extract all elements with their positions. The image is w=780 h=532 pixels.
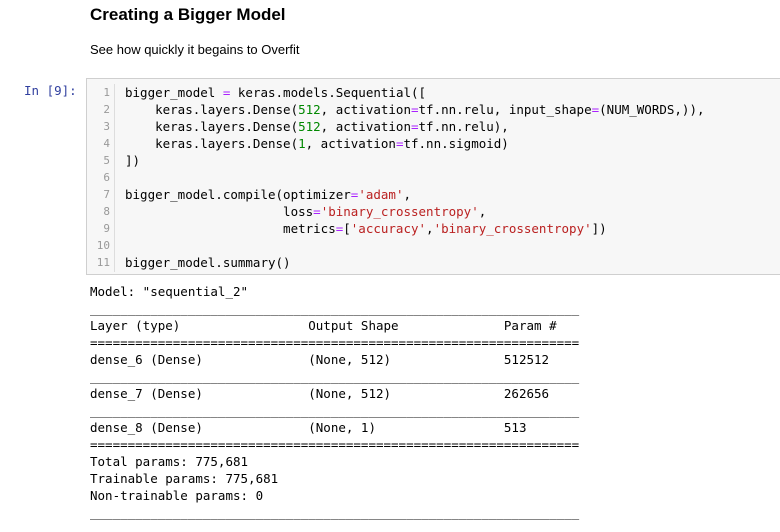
code-token: bigger_model.summary()	[125, 255, 291, 270]
code-line: bigger_model.compile(optimizer='adam',	[125, 186, 705, 203]
code-token: loss	[125, 204, 314, 219]
code-token: 'binary_crossentropy'	[320, 204, 479, 219]
code-token: bigger_model	[125, 85, 223, 100]
output-line: ________________________________________…	[90, 369, 580, 384]
output-line: dense_7 (Dense) (None, 512) 262656	[90, 386, 580, 401]
line-number: 5	[103, 154, 110, 167]
code-token: =	[410, 102, 419, 117]
code-token: (NUM_WORDS,)),	[599, 102, 705, 117]
output-line: ________________________________________…	[90, 505, 580, 520]
code-token: tf.nn.relu),	[418, 119, 509, 134]
line-number: 4	[103, 137, 110, 150]
output-line: Model: "sequential_2"	[90, 284, 249, 299]
code-line: keras.layers.Dense(512, activation=tf.nn…	[125, 101, 705, 118]
code-editor[interactable]: bigger_model = keras.models.Sequential([…	[125, 84, 705, 271]
code-token: ,	[426, 221, 434, 236]
output-line: Total params: 775,681	[90, 454, 249, 469]
code-token: 1	[298, 136, 306, 151]
code-token: , activation	[305, 136, 396, 151]
output-line: Trainable params: 775,681	[90, 471, 279, 486]
line-number-gutter: 1 2 3 4 5 6 7 8 9 10 11	[87, 84, 115, 272]
output-line: ________________________________________…	[90, 301, 580, 316]
line-number: 11	[96, 256, 110, 269]
code-line: bigger_model.summary()	[125, 254, 705, 271]
line-number: 8	[103, 205, 110, 218]
code-cell[interactable]: 1 2 3 4 5 6 7 8 9 10 11 bigger_model = keras.model…	[86, 78, 780, 275]
code-token: keras.models.Sequential([	[230, 85, 427, 100]
code-token: ,	[403, 187, 411, 202]
code-token: ])	[591, 221, 607, 236]
code-token: metrics	[125, 221, 336, 236]
line-number: 1	[103, 86, 110, 99]
line-number: 3	[103, 120, 110, 133]
code-token: keras.layers.Dense(	[125, 102, 299, 117]
markdown-cell[interactable]: Creating a Bigger Model See how quickly …	[90, 4, 770, 59]
code-line: bigger_model = keras.models.Sequential([	[125, 84, 705, 101]
output-line: dense_8 (Dense) (None, 1) 513	[90, 420, 580, 435]
code-token: 512	[298, 119, 321, 134]
output-line: ________________________________________…	[90, 403, 580, 418]
input-prompt: In [9]:	[24, 83, 77, 98]
line-number: 6	[103, 171, 110, 184]
code-token: 'binary_crossentropy'	[433, 221, 592, 236]
section-heading: Creating a Bigger Model	[90, 5, 286, 24]
line-number: 2	[103, 103, 110, 116]
code-line: ])	[125, 152, 705, 169]
line-number: 9	[103, 222, 110, 235]
code-token: tf.nn.relu, input_shape	[418, 102, 592, 117]
code-token: =	[410, 119, 419, 134]
section-description: See how quickly it begains to Overfit	[90, 42, 300, 57]
code-line: loss='binary_crossentropy',	[125, 203, 705, 220]
code-token: =	[591, 102, 600, 117]
line-number: 10	[96, 239, 110, 252]
code-token: 'adam'	[358, 187, 404, 202]
code-token: keras.layers.Dense(	[125, 119, 299, 134]
output-line: ========================================…	[90, 437, 580, 452]
code-token: ,	[478, 204, 487, 219]
code-token: 'accuracy'	[350, 221, 427, 236]
output-line: Non-trainable params: 0	[90, 488, 264, 503]
output-line: Layer (type) Output Shape Param #	[90, 318, 580, 333]
line-number: 7	[103, 188, 110, 201]
code-token: bigger_model.compile(optimizer	[125, 187, 351, 202]
cell-output: Model: "sequential_2" ___________________…	[90, 283, 579, 521]
code-token: =	[313, 204, 321, 219]
code-line: metrics=['accuracy','binary_crossentropy…	[125, 220, 705, 237]
output-line: dense_6 (Dense) (None, 512) 512512	[90, 352, 580, 367]
output-line: ========================================…	[90, 335, 580, 350]
code-line: keras.layers.Dense(512, activation=tf.nn…	[125, 118, 705, 135]
code-token: keras.layers.Dense(	[125, 136, 299, 151]
code-token: 512	[298, 102, 321, 117]
code-line: keras.layers.Dense(1, activation=tf.nn.s…	[125, 135, 705, 152]
code-token: [	[343, 221, 351, 236]
code-token: , activation	[320, 102, 411, 117]
code-token: tf.nn.sigmoid)	[403, 136, 509, 151]
code-token: ])	[125, 153, 141, 168]
code-token: , activation	[320, 119, 411, 134]
